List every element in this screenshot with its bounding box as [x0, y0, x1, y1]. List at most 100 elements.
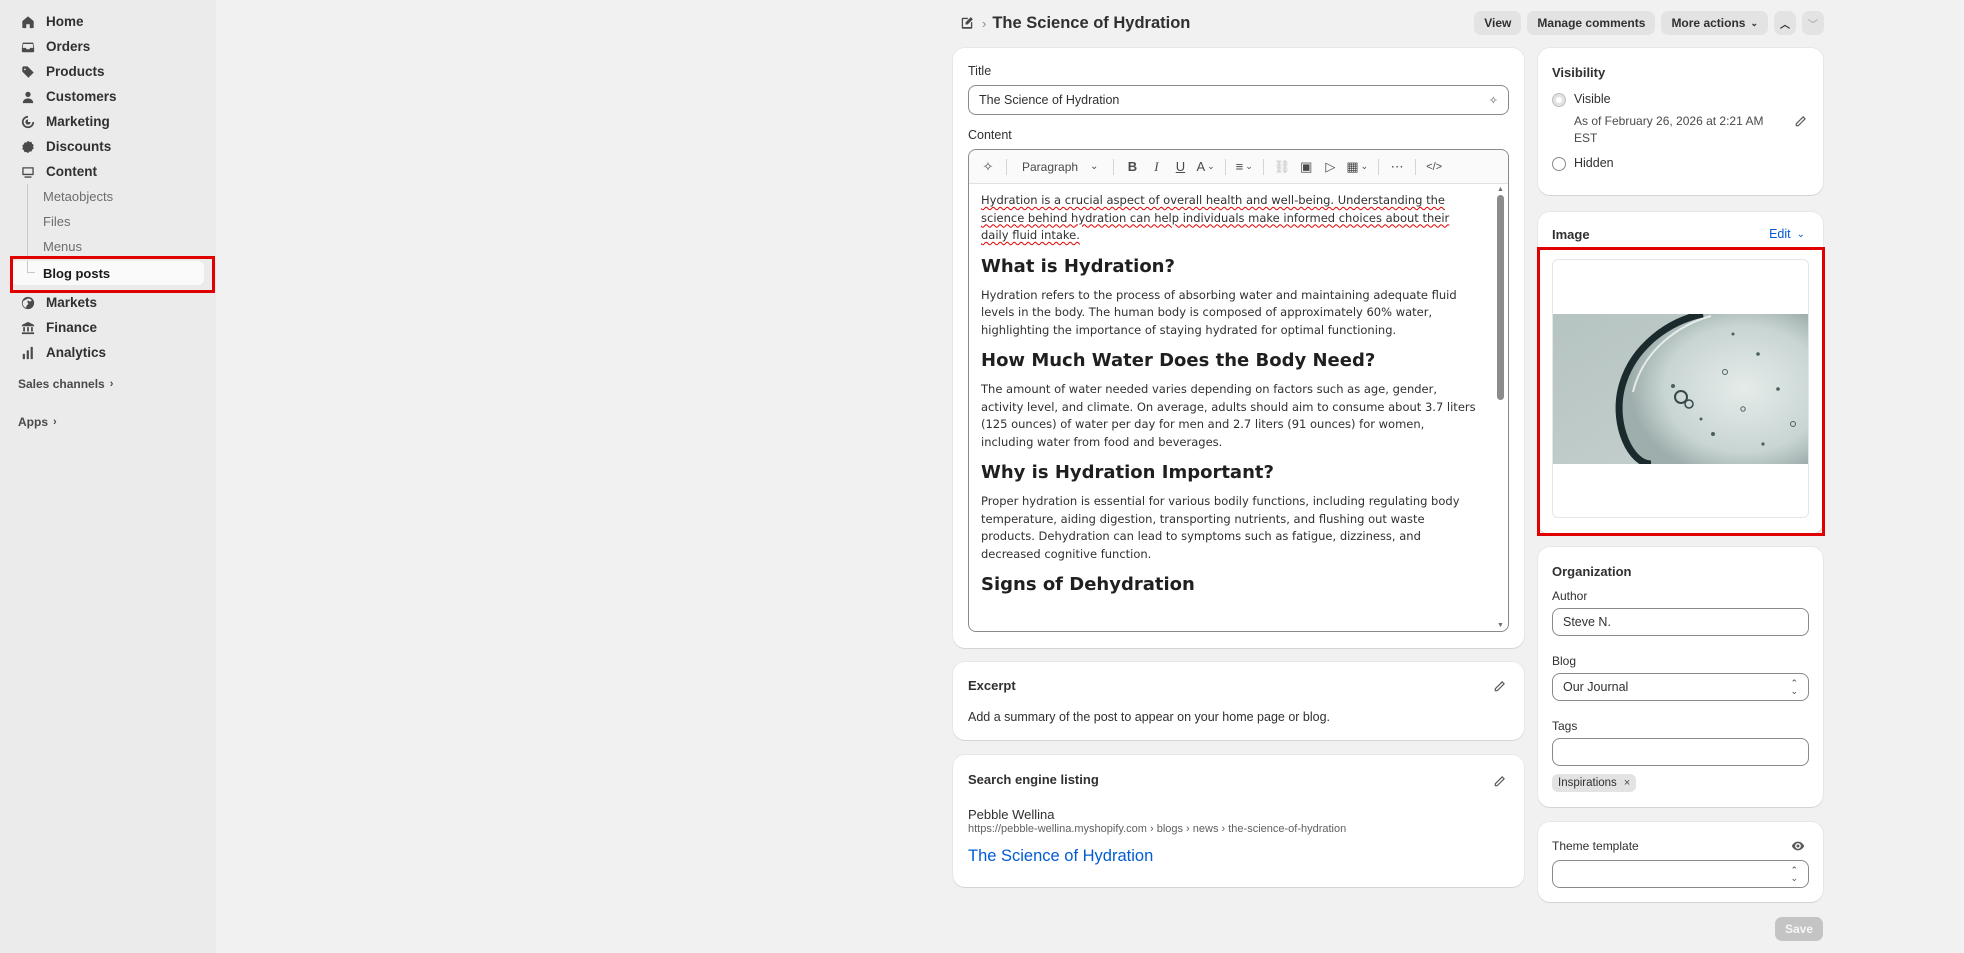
sidebar-item-products[interactable]: Products — [0, 59, 216, 84]
sidebar-item-customers[interactable]: Customers — [0, 84, 216, 109]
content-heading: Why is Hydration Important? — [981, 462, 1274, 483]
text-color-icon[interactable]: A ⌄ — [1193, 155, 1217, 179]
pencil-icon[interactable] — [1493, 775, 1506, 791]
sidebar-subitem-blog-posts[interactable]: Blog posts — [11, 261, 204, 285]
tag-chip: Inspirations × — [1552, 774, 1637, 792]
sidebar-subitem-label: Menus — [43, 239, 83, 254]
apps-heading[interactable]: Apps › — [0, 413, 216, 431]
seo-link-title[interactable]: The Science of Hydration — [968, 847, 1153, 866]
editor-toolbar: ✧ Paragraph ⌄ B I U A ⌄ ≡ ⌄ ⛓ ▣ ▷ ▦ ⌄ ⋯ </> — [969, 150, 1508, 184]
sidebar-subitem-metaobjects[interactable]: Metaobjects — [0, 184, 216, 209]
chevron-down-icon: ﹀ — [1808, 19, 1818, 31]
more-actions-button[interactable]: More actions ⌄ — [1661, 11, 1768, 35]
next-post-button[interactable]: ﹀ — [1802, 11, 1824, 35]
code-view-icon[interactable]: </> — [1423, 155, 1445, 179]
author-label: Author — [1552, 589, 1588, 603]
close-icon[interactable]: × — [1624, 777, 1630, 789]
sidebar-item-label: Customers — [46, 89, 117, 104]
magic-sparkle-icon[interactable]: ✧ — [1489, 94, 1498, 107]
sidebar-item-orders[interactable]: Orders — [0, 34, 216, 59]
save-button[interactable]: Save — [1775, 917, 1823, 941]
apps-label: Apps — [18, 415, 48, 429]
magic-sparkle-icon[interactable]: ✧ — [977, 155, 999, 179]
chevron-down-icon: ⌄ — [1245, 161, 1253, 171]
blog-select[interactable]: Our Journal ⌃ ⌄ — [1552, 673, 1809, 701]
tags-input[interactable] — [1552, 738, 1809, 766]
tag-icon — [20, 64, 36, 80]
rich-text-editor[interactable]: ✧ Paragraph ⌄ B I U A ⌄ ≡ ⌄ ⛓ ▣ ▷ ▦ ⌄ ⋯ </> … — [968, 149, 1509, 632]
chevron-right-icon: › — [53, 416, 57, 428]
sidebar-item-label: Products — [46, 64, 105, 79]
page-title: The Science of Hydration — [992, 13, 1191, 32]
content-heading: Signs of Dehydration — [981, 574, 1195, 595]
chevron-down-icon: ⌄ — [1207, 161, 1215, 171]
sidebar-subitem-label: Metaobjects — [43, 189, 114, 204]
sidebar-item-finance[interactable]: Finance — [0, 315, 216, 340]
pencil-icon[interactable] — [1794, 115, 1807, 131]
scrollbar-thumb[interactable] — [1497, 195, 1504, 400]
content-heading: How Much Water Does the Body Need? — [981, 350, 1376, 371]
hidden-label: Hidden — [1574, 156, 1614, 170]
theme-template-card: Theme template ⌃ ⌄ — [1538, 822, 1823, 902]
title-input[interactable]: The Science of Hydration ✧ — [968, 85, 1509, 115]
visible-radio[interactable] — [1552, 93, 1566, 107]
underline-icon[interactable]: U — [1169, 155, 1191, 179]
chevron-down-icon: ⌄ — [1796, 228, 1805, 240]
paragraph-format-select[interactable]: Paragraph ⌄ — [1014, 155, 1106, 179]
sales-channels-heading[interactable]: Sales channels › — [0, 375, 216, 393]
sidebar-subitem-files[interactable]: Files — [0, 209, 216, 234]
image-title: Image — [1552, 227, 1590, 242]
hidden-radio[interactable] — [1552, 157, 1566, 171]
sidebar-subitem-label: Files — [43, 214, 71, 229]
search-engine-listing-card: Search engine listing Pebble Wellina htt… — [953, 755, 1524, 887]
featured-image[interactable] — [1552, 259, 1809, 518]
sidebar-item-label: Marketing — [46, 114, 110, 129]
sidebar-item-analytics[interactable]: Analytics — [0, 340, 216, 365]
organization-card: Organization Author Steve N. Blog Our Jo… — [1538, 547, 1823, 807]
manage-comments-button[interactable]: Manage comments — [1527, 11, 1656, 35]
chevron-up-icon: ︿ — [1780, 19, 1790, 31]
bold-icon[interactable]: B — [1121, 155, 1143, 179]
sidebar-item-home[interactable]: Home — [0, 9, 216, 34]
previous-post-button[interactable]: ︿ — [1774, 11, 1796, 35]
more-actions-label: More actions — [1671, 16, 1746, 30]
scroll-up-arrow[interactable]: ▲ — [1496, 186, 1505, 195]
sidebar-item-content[interactable]: Content — [0, 159, 216, 184]
organization-title: Organization — [1552, 564, 1632, 579]
editor-scrollbar[interactable]: ▲ ▼ — [1496, 186, 1505, 629]
tags-label: Tags — [1552, 719, 1578, 733]
seo-store-name: Pebble Wellina — [968, 807, 1055, 822]
editor-body[interactable]: Hydration is a crucial aspect of overall… — [969, 184, 1508, 631]
sidebar-item-discounts[interactable]: Discounts — [0, 134, 216, 159]
theme-template-select[interactable]: ⌃ ⌄ — [1552, 860, 1809, 888]
link-icon[interactable]: ⛓ — [1271, 155, 1294, 179]
view-button[interactable]: View — [1474, 11, 1522, 35]
target-icon — [20, 114, 36, 130]
sidebar-item-markets[interactable]: Markets — [0, 290, 216, 315]
sidebar-item-label: Content — [46, 164, 97, 179]
water-gel-photo — [1553, 314, 1808, 464]
seo-title: Search engine listing — [968, 772, 1099, 787]
home-icon — [20, 14, 36, 30]
more-formatting-icon[interactable]: ⋯ — [1386, 155, 1408, 179]
content-paragraph: The amount of water needed varies depend… — [981, 382, 1476, 449]
image-icon[interactable]: ▣ — [1295, 155, 1317, 179]
eye-icon[interactable] — [1791, 839, 1805, 856]
scroll-down-arrow[interactable]: ▼ — [1496, 622, 1505, 629]
inbox-icon — [20, 39, 36, 55]
author-input[interactable]: Steve N. — [1552, 608, 1809, 636]
sidebar-item-label: Home — [46, 14, 84, 29]
chevron-down-icon: ⌄ — [1750, 17, 1758, 28]
image-edit-button[interactable]: Edit ⌄ — [1769, 227, 1805, 241]
chevron-right-icon: › — [109, 378, 114, 390]
sidebar-item-label: Discounts — [46, 139, 112, 154]
title-input-value: The Science of Hydration — [979, 93, 1120, 107]
video-icon[interactable]: ▷ — [1319, 155, 1341, 179]
pencil-icon[interactable] — [1493, 680, 1506, 696]
table-icon[interactable]: ▦ ⌄ — [1343, 155, 1371, 179]
sidebar-item-marketing[interactable]: Marketing — [0, 109, 216, 134]
sidebar-subitem-menus[interactable]: Menus — [0, 234, 216, 259]
italic-icon[interactable]: I — [1145, 155, 1167, 179]
align-icon[interactable]: ≡ ⌄ — [1233, 155, 1256, 179]
content-heading: What is Hydration? — [981, 255, 1175, 277]
